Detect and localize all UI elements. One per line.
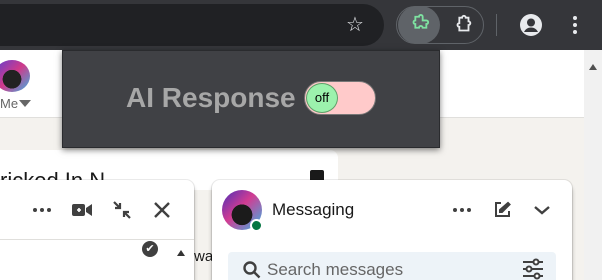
close-icon[interactable] — [147, 195, 177, 225]
more-options-icon[interactable] — [447, 195, 477, 225]
kebab-menu-icon[interactable] — [560, 10, 590, 40]
popup-title: AI Response — [126, 82, 296, 113]
search-icon — [242, 260, 262, 280]
collapse-icon[interactable] — [107, 195, 137, 225]
chat-header-divider — [0, 239, 194, 240]
star-icon[interactable]: ☆ — [340, 10, 370, 40]
online-status-dot — [250, 219, 263, 232]
more-options-icon[interactable] — [27, 195, 57, 225]
chevron-down-icon[interactable] — [19, 100, 31, 107]
scroll-up-arrow[interactable] — [589, 64, 597, 70]
filter-icon[interactable] — [521, 258, 545, 280]
compose-icon[interactable] — [487, 195, 517, 225]
messaging-title[interactable]: Messaging — [272, 200, 354, 220]
search-placeholder: Search messages — [267, 260, 404, 279]
message-snippet: wa — [194, 248, 214, 265]
profile-icon[interactable] — [516, 10, 546, 40]
me-menu-label[interactable]: Me — [0, 96, 18, 111]
extensions-icon[interactable] — [448, 10, 478, 40]
puzzle-piece-icon[interactable] — [404, 10, 434, 40]
chevron-up-icon[interactable] — [177, 250, 185, 256]
toolbar-divider — [496, 14, 497, 36]
check-icon: ✔ — [142, 241, 158, 257]
video-call-icon[interactable] — [67, 195, 97, 225]
toggle-state-label: off — [314, 90, 330, 105]
scrollbar[interactable] — [584, 50, 602, 280]
chevron-down-icon[interactable] — [527, 195, 557, 225]
address-bar[interactable] — [0, 4, 384, 46]
